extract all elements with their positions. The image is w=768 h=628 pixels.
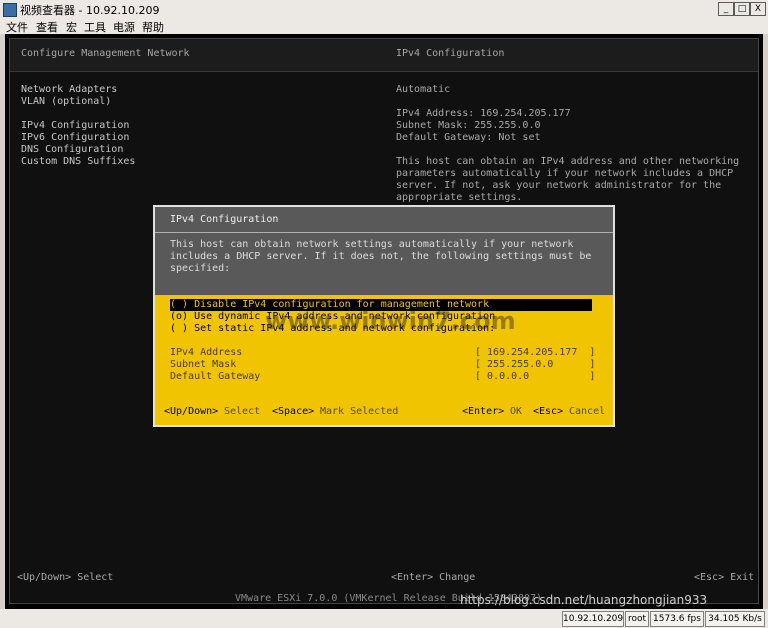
ipv4-mode: Automatic	[396, 84, 451, 95]
info-subnet-mask: Subnet Mask: 255.255.0.0	[396, 120, 541, 131]
right-header-title: IPv4 Configuration	[396, 48, 505, 59]
menu-network-adapters[interactable]: Network Adapters	[21, 84, 117, 96]
dialog-desc-line-1: This host can obtain network settings au…	[170, 239, 574, 250]
menu-bar: 文件 查看 宏 工具 电源 帮助	[0, 18, 768, 34]
ipv4-config-dialog: IPv4 Configuration This host can obtain …	[153, 205, 615, 427]
field-ipv4-address-input[interactable]: [ 169.254.205.177 ]	[475, 347, 595, 359]
field-subnet-mask-label: Subnet Mask	[170, 359, 237, 370]
menu-help[interactable]: 帮助	[142, 19, 164, 35]
menu-ipv6-configuration[interactable]: IPv6 Configuration	[21, 132, 129, 144]
cancel-button[interactable]: <Esc>	[533, 406, 563, 418]
status-host-ip: 10.92.10.209	[562, 611, 624, 627]
menu-ipv4-configuration[interactable]: IPv4 Configuration	[21, 120, 129, 132]
menu-custom-dns-suffixes[interactable]: Custom DNS Suffixes	[21, 156, 135, 168]
field-subnet-mask-input[interactable]: [ 255.255.0.0 ]	[475, 359, 595, 371]
dialog-header: IPv4 Configuration This host can obtain …	[155, 207, 613, 295]
menu-file[interactable]: 文件	[6, 19, 28, 35]
dialog-title: IPv4 Configuration	[170, 214, 279, 225]
menu-vlan[interactable]: VLAN (optional)	[21, 96, 111, 108]
menu-tools[interactable]: 工具	[84, 19, 106, 35]
info-desc-line-1: This host can obtain an IPv4 address and…	[396, 156, 740, 167]
maximize-button[interactable]: □	[734, 2, 750, 16]
key-space: <Space>	[272, 406, 315, 417]
window-title-bar[interactable]: 视频查看器 - 10.92.10.209 _ □ X	[0, 0, 768, 19]
status-user: root	[625, 611, 649, 627]
status-bar: 10.92.10.209 root 1573.6 fps 34.105 Kb/s	[0, 609, 768, 628]
info-ipv4-address: IPv4 Address: 169.254.205.177	[396, 108, 571, 119]
footer-change-hint: <Enter> Change	[391, 572, 476, 583]
watermark-text: www.winwin7.com	[265, 307, 516, 335]
left-header-title: Configure Management Network	[21, 48, 190, 59]
info-desc-line-2: parameters automatically if your network…	[396, 168, 734, 179]
cancel-button-label: Cancel	[569, 406, 606, 417]
minimize-button[interactable]: _	[718, 2, 734, 16]
key-space-label: Mark Selected	[320, 406, 399, 417]
info-desc-line-4: appropriate settings.	[396, 192, 523, 203]
close-button[interactable]: X	[750, 2, 766, 16]
blog-watermark: https://blog.csdn.net/huangzhongjian933	[460, 593, 708, 607]
key-updown: <Up/Down>	[164, 406, 219, 417]
window-title: 视频查看器 - 10.92.10.209	[20, 4, 160, 17]
menu-power[interactable]: 电源	[113, 19, 135, 35]
menu-view[interactable]: 查看	[36, 19, 58, 35]
dialog-desc-line-2: includes a DHCP server. If it does not, …	[170, 251, 592, 262]
menu-macro[interactable]: 宏	[66, 19, 77, 35]
field-default-gateway-input[interactable]: [ 0.0.0.0 ]	[475, 371, 595, 383]
header-divider	[10, 71, 758, 72]
status-fps: 1573.6 fps	[650, 611, 704, 627]
info-default-gateway: Default Gateway: Not set	[396, 132, 541, 143]
field-default-gateway-label: Default Gateway	[170, 371, 261, 382]
footer-exit-hint: <Esc> Exit	[694, 572, 755, 583]
field-ipv4-address-label: IPv4 Address	[170, 347, 243, 358]
ok-button-label: OK	[510, 406, 523, 417]
ok-button[interactable]: <Enter>	[462, 406, 504, 418]
dialog-title-divider	[155, 232, 613, 233]
dialog-desc-line-3: specified:	[170, 263, 231, 274]
info-desc-line-3: server. If not, ask your network adminis…	[396, 180, 722, 191]
status-bandwidth: 34.105 Kb/s	[705, 611, 765, 627]
key-updown-label: Select	[224, 406, 261, 417]
menu-dns-configuration[interactable]: DNS Configuration	[21, 144, 123, 156]
footer-select-hint: <Up/Down> Select	[17, 572, 114, 583]
viewer-app-icon	[3, 3, 17, 17]
